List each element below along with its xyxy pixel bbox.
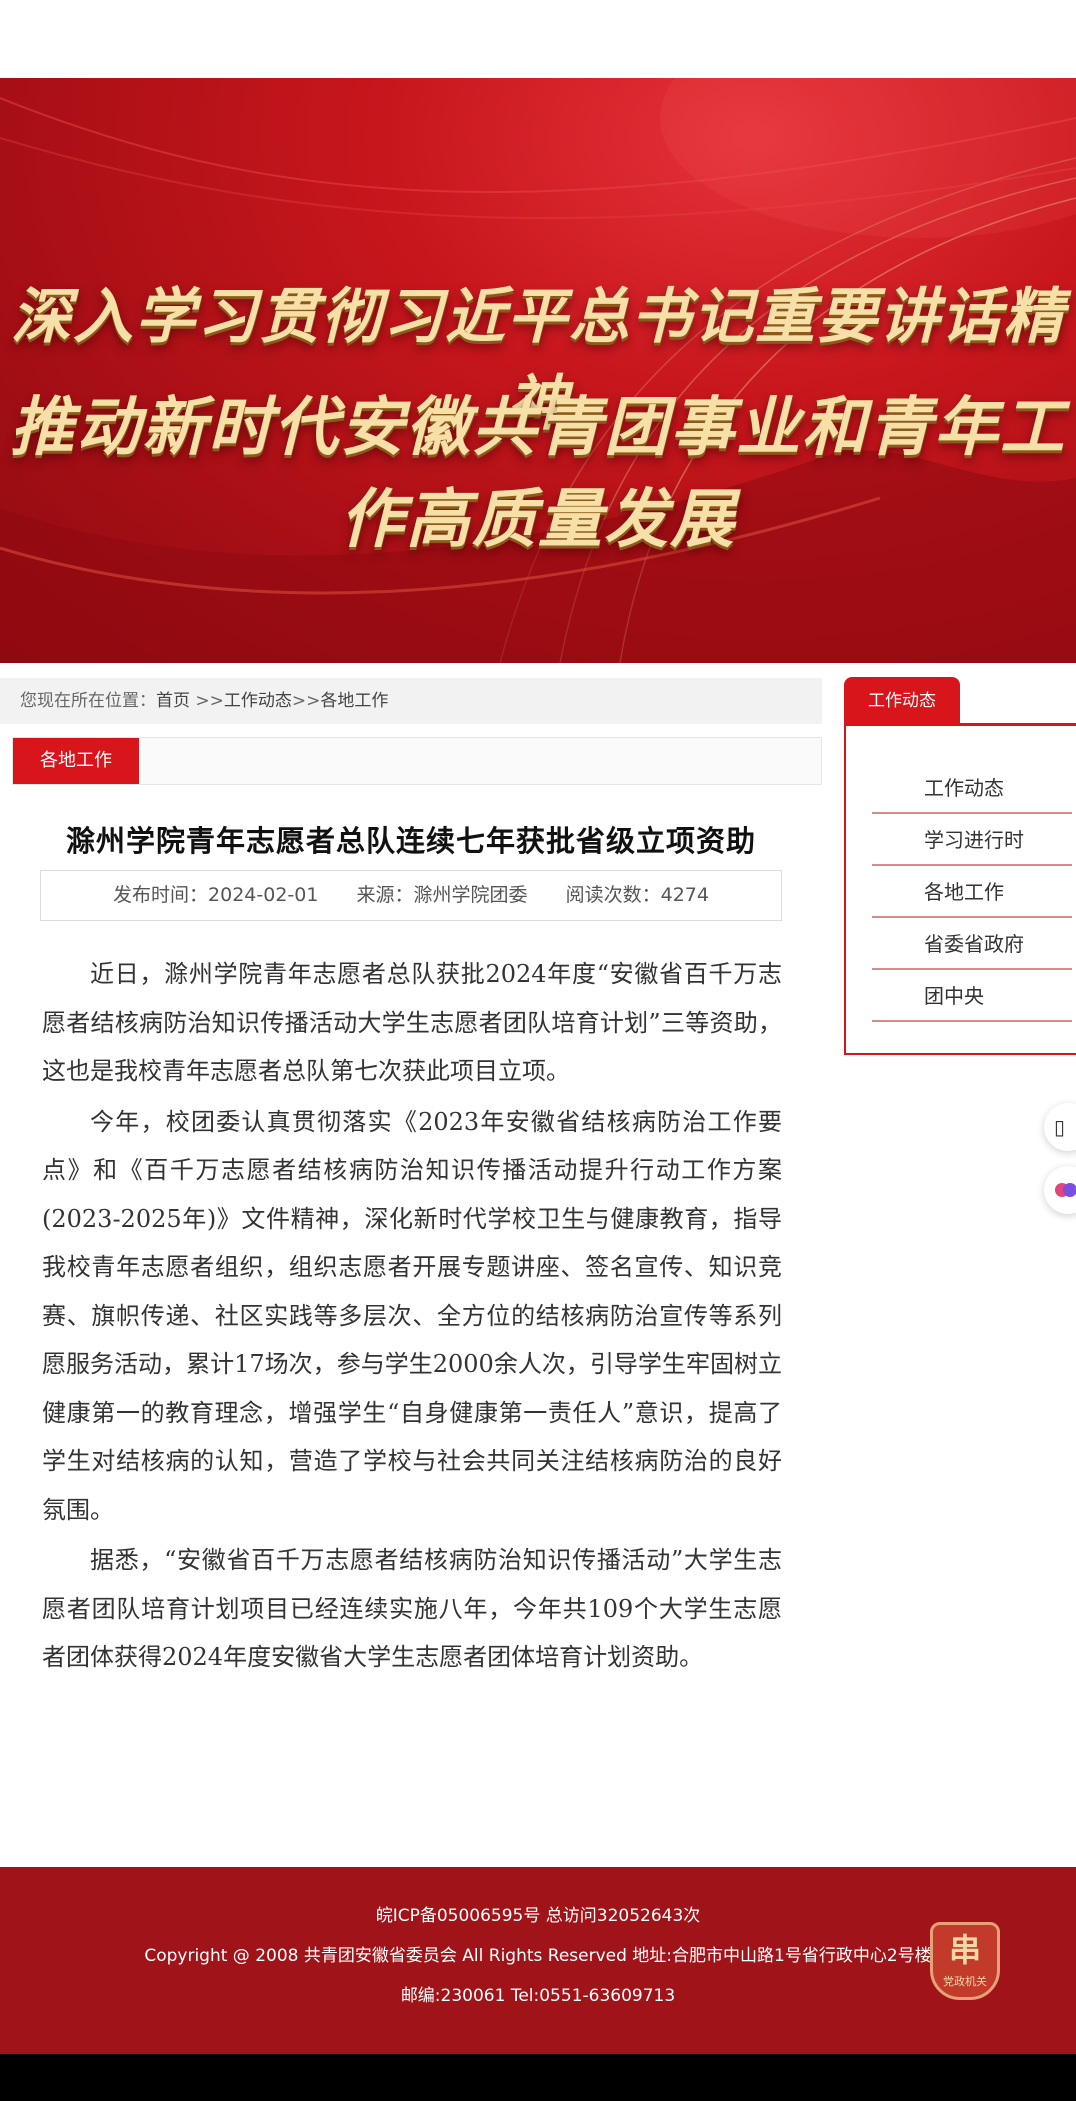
- footer-contact: 邮编:230061 Tel:0551-63609713: [400, 1986, 676, 2006]
- sidebar-item-local-work[interactable]: 各地工作: [872, 866, 1072, 918]
- article-title: 滁州学院青年志愿者总队连续七年获批省级立项资助: [65, 824, 756, 858]
- breadcrumb: 您现在所在位置：首页 >>工作动态>>各地工作: [0, 678, 822, 724]
- site-footer: 皖ICP备05006595号 总访问32052643次 Copyright @ …: [0, 1867, 1076, 2054]
- source-meta: 来源：滁州学院团委: [357, 884, 528, 906]
- article-body: 近日，滁州学院青年志愿者总队获批2024年度“安徽省百千万志愿者结核病防治知识传…: [42, 950, 782, 1684]
- breadcrumb-home-link[interactable]: 首页: [156, 691, 190, 711]
- section-header: 各地工作: [12, 737, 822, 785]
- gov-agency-emblem-icon[interactable]: 串 党政机关: [930, 1922, 1000, 2000]
- sidebar-item-provincial[interactable]: 省委省政府: [872, 918, 1072, 970]
- publish-label: 发布时间：: [113, 884, 209, 906]
- breadcrumb-section-link[interactable]: 工作动态: [224, 691, 292, 711]
- breadcrumb-prefix: 您现在所在位置：: [20, 691, 156, 711]
- sidebar-item-learning[interactable]: 学习进行时: [872, 814, 1072, 866]
- publish-date-meta: 发布时间：2024-02-01: [113, 884, 318, 906]
- article-paragraph: 今年，校团委认真贯彻落实《2023年安徽省结核病防治工作要点》和《百千万志愿者结…: [42, 1107, 782, 1524]
- header-banner: 深入学习贯彻习近平总书记重要讲话精神 推动新时代安徽共青团事业和青年工作高质量发…: [0, 78, 1076, 663]
- source-label: 来源：: [356, 884, 414, 906]
- breadcrumb-current-link[interactable]: 各地工作: [320, 691, 388, 711]
- reads-value: 4274: [660, 884, 709, 906]
- sidebar-tab[interactable]: 工作动态: [844, 677, 960, 725]
- footer-copyright: Copyright @ 2008 共青团安徽省委员会 All Rights Re…: [144, 1946, 932, 1966]
- assistant-button[interactable]: [1044, 1166, 1076, 1214]
- sidebar-list: 工作动态 学习进行时 各地工作 省委省政府 团中央: [872, 762, 1072, 1022]
- article-paragraph: 据悉，“安徽省百千万志愿者结核病防治知识传播活动”大学生志愿者团队培育计划项目已…: [42, 1546, 782, 1671]
- brain-icon: [1055, 1183, 1076, 1197]
- bottom-system-bar: [0, 2054, 1076, 2101]
- breadcrumb-separator: >>: [190, 691, 224, 711]
- article-meta: 发布时间：2024-02-01 来源：滁州学院团委 阅读次数：4274: [40, 870, 782, 921]
- publish-date: 2024-02-01: [208, 884, 319, 906]
- article-paragraph: 近日，滁州学院青年志愿者总队获批2024年度“安徽省百千万志愿者结核病防治知识传…: [42, 960, 782, 1085]
- source-value: 滁州学院团委: [413, 884, 528, 906]
- book-icon: ▯: [1054, 1115, 1066, 1139]
- emblem-label: 党政机关: [943, 1975, 987, 1988]
- reader-mode-button[interactable]: ▯: [1044, 1103, 1076, 1151]
- sidebar-item-work-news[interactable]: 工作动态: [872, 762, 1072, 814]
- footer-icp: 皖ICP备05006595号 总访问32052643次: [375, 1906, 701, 1926]
- reads-label: 阅读次数：: [565, 884, 661, 906]
- section-tag: 各地工作: [13, 738, 139, 784]
- top-blank-bar: [0, 0, 1076, 78]
- banner-slogan-line2: 推动新时代安徽共青团事业和青年工作高质量发展: [10, 391, 1066, 557]
- sidebar-item-central[interactable]: 团中央: [872, 970, 1072, 1022]
- breadcrumb-separator: >>: [291, 691, 321, 711]
- sidebar-menu: 工作动态 学习进行时 各地工作 省委省政府 团中央: [844, 723, 1076, 1055]
- read-count-meta: 阅读次数：4274: [566, 884, 709, 906]
